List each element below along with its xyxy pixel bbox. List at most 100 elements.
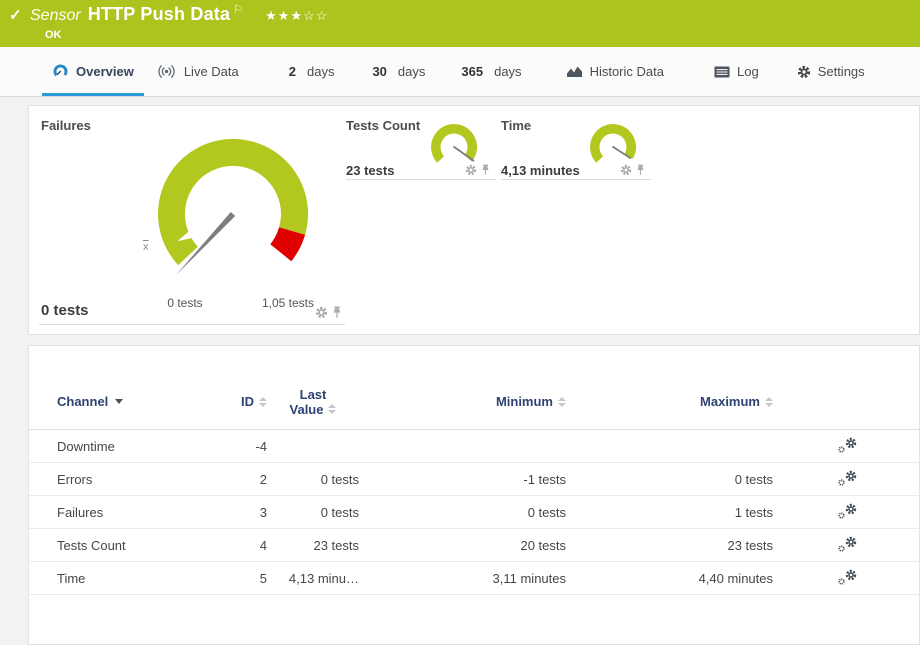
tab-365-days[interactable]: 365 days — [451, 47, 531, 96]
column-header-last-label: Last — [300, 387, 327, 402]
failures-current-value: 0 tests — [41, 302, 89, 319]
gear-icon — [845, 503, 857, 515]
gear-icon — [797, 65, 811, 79]
gear-icon — [845, 470, 857, 482]
tab-overview[interactable]: Overview — [42, 47, 144, 96]
tab-bar: Overview Live Data 2 days 30 days 365 da… — [0, 47, 920, 97]
cell-channel: Failures — [29, 505, 209, 520]
gear-icon — [838, 446, 845, 453]
cell-minimum: 0 tests — [359, 505, 566, 520]
gauge-icon — [52, 63, 69, 80]
gauges-panel: Failures x 0 tests 1,05 tests 0 tests Te… — [28, 105, 920, 335]
channel-settings-gears-icon[interactable] — [838, 536, 857, 552]
channels-table-header: Channel ID Last Value Minimum Maximum — [29, 374, 920, 430]
pin-icon[interactable] — [481, 164, 490, 176]
tab-log[interactable]: Log — [704, 47, 769, 96]
priority-stars[interactable]: ★★★☆☆ — [265, 8, 328, 24]
gear-icon — [838, 479, 845, 486]
cell-last-value: 0 tests — [267, 505, 359, 520]
tab-2-days[interactable]: 2 days — [279, 47, 345, 96]
failures-gauge-actions — [315, 306, 342, 319]
tab-historic-data[interactable]: Historic Data — [556, 47, 674, 96]
time-current-value: 4,13 minutes — [501, 163, 580, 178]
failures-block-divider — [39, 324, 345, 325]
column-header-minimum-label: Minimum — [496, 394, 553, 409]
gear-icon[interactable] — [315, 306, 328, 319]
favorite-flag-icon[interactable]: ⚐ — [233, 3, 243, 16]
column-header-value-label: Value — [290, 402, 324, 417]
column-header-minimum[interactable]: Minimum — [359, 394, 566, 409]
cell-id: 4 — [209, 538, 267, 553]
channel-settings-gears-icon[interactable] — [838, 437, 857, 453]
time-block-divider — [501, 179, 651, 180]
column-header-last-value[interactable]: Last Value — [267, 387, 359, 417]
tab-live-data[interactable]: Live Data — [146, 47, 249, 96]
cell-maximum: 23 tests — [566, 538, 773, 553]
channels-panel: Channel ID Last Value Minimum Maximum Do… — [28, 345, 920, 645]
sort-icon — [558, 397, 566, 407]
sort-icon — [765, 397, 773, 407]
channel-settings-gears-icon[interactable] — [838, 503, 857, 519]
cell-channel: Time — [29, 571, 209, 586]
cell-maximum: 1 tests — [566, 505, 773, 520]
table-row-downtime[interactable]: Downtime -4 — [29, 430, 920, 463]
tests-count-block-divider — [346, 179, 496, 180]
stars-empty[interactable]: ☆☆ — [303, 8, 328, 23]
gear-icon — [838, 578, 845, 585]
column-header-channel[interactable]: Channel — [29, 394, 209, 409]
column-header-id[interactable]: ID — [209, 394, 267, 409]
tab-overview-label: Overview — [76, 64, 134, 79]
cell-channel: Tests Count — [29, 538, 209, 553]
tab-log-label: Log — [737, 64, 759, 79]
broadcast-icon — [156, 64, 177, 79]
failures-scale-min: 0 tests — [167, 296, 202, 310]
pin-icon[interactable] — [636, 164, 645, 176]
table-row-errors[interactable]: Errors 2 0 tests -1 tests 0 tests — [29, 463, 920, 496]
tests-count-current-value: 23 tests — [346, 163, 394, 178]
cell-maximum: 0 tests — [566, 472, 773, 487]
failures-scale-max: 1,05 tests — [262, 296, 314, 310]
table-row-time[interactable]: Time 5 4,13 minu… 3,11 minutes 4,40 minu… — [29, 562, 920, 595]
active-tab-underline — [42, 93, 144, 96]
tab-historic-data-label: Historic Data — [590, 64, 664, 79]
failures-gauge-label: Failures — [41, 118, 91, 133]
sort-icon — [259, 397, 267, 407]
channel-settings-gears-icon[interactable] — [838, 569, 857, 585]
tab-30-days[interactable]: 30 days — [362, 47, 435, 96]
tab-live-data-label: Live Data — [184, 64, 239, 79]
area-chart-icon — [566, 65, 583, 78]
gear-icon[interactable] — [620, 164, 632, 176]
status-ok-check-icon: ✓ — [9, 6, 22, 24]
gear-icon — [845, 569, 857, 581]
tab-settings[interactable]: Settings — [787, 47, 875, 96]
table-row-failures[interactable]: Failures 3 0 tests 0 tests 1 tests — [29, 496, 920, 529]
cell-channel: Downtime — [29, 439, 209, 454]
cell-last-value: 4,13 minu… — [267, 571, 359, 586]
channel-settings-gears-icon[interactable] — [838, 470, 857, 486]
column-header-id-label: ID — [241, 394, 254, 409]
gear-icon — [845, 536, 857, 548]
average-marker-label: x — [143, 241, 149, 253]
object-kind-label: Sensor — [30, 7, 81, 25]
tab-2-days-number: 2 — [289, 64, 296, 79]
sensor-title: HTTP Push Data — [88, 4, 231, 25]
channels-table: Channel ID Last Value Minimum Maximum Do… — [29, 374, 920, 595]
tab-365-days-number: 365 — [461, 64, 483, 79]
gear-icon[interactable] — [465, 164, 477, 176]
column-header-channel-label: Channel — [57, 394, 108, 409]
gear-icon — [838, 545, 845, 552]
cell-id: 5 — [209, 571, 267, 586]
table-row-tests-count[interactable]: Tests Count 4 23 tests 20 tests 23 tests — [29, 529, 920, 562]
pin-icon[interactable] — [332, 306, 342, 319]
sensor-status-badge: OK — [45, 29, 62, 41]
cell-channel: Errors — [29, 472, 209, 487]
cell-minimum: 3,11 minutes — [359, 571, 566, 586]
tab-365-days-unit: days — [494, 64, 521, 79]
column-header-maximum[interactable]: Maximum — [566, 394, 773, 409]
cell-last-value: 0 tests — [267, 472, 359, 487]
stars-filled[interactable]: ★★★ — [265, 8, 303, 23]
gear-icon — [845, 437, 857, 449]
tab-30-days-number: 30 — [372, 64, 386, 79]
cell-last-value: 23 tests — [267, 538, 359, 553]
tab-2-days-unit: days — [307, 64, 334, 79]
